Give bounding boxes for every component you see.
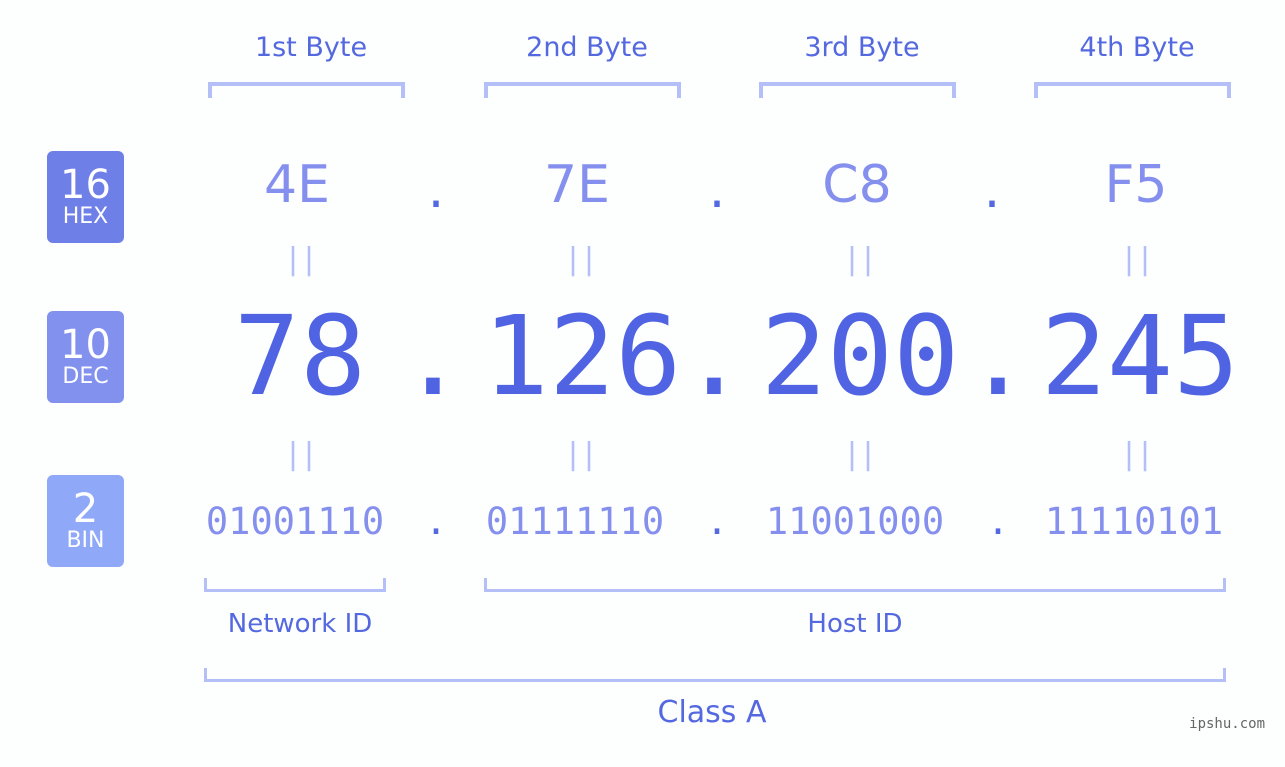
dec-badge-number: 10 bbox=[60, 322, 111, 368]
equals-sign: || bbox=[842, 437, 877, 472]
bin-badge: 2 BIN bbox=[47, 475, 124, 567]
bin-badge-number: 2 bbox=[72, 486, 99, 532]
host-id-label: Host ID bbox=[807, 609, 903, 639]
equals-sign: || bbox=[1119, 242, 1154, 277]
equals-sign: || bbox=[563, 242, 598, 277]
class-label: Class A bbox=[657, 695, 767, 730]
dec-separator: . bbox=[399, 292, 467, 420]
watermark: ipshu.com bbox=[1189, 716, 1265, 732]
equals-sign: || bbox=[563, 437, 598, 472]
bin-badge-label: BIN bbox=[66, 528, 105, 553]
byte-bracket-2 bbox=[484, 82, 681, 98]
bin-value-4: 11110101 bbox=[1044, 500, 1224, 543]
bin-separator: . bbox=[424, 500, 448, 543]
network-id-label: Network ID bbox=[227, 609, 373, 639]
byte-bracket-4 bbox=[1034, 82, 1231, 98]
byte-header-4: 4th Byte bbox=[1079, 32, 1195, 63]
host-id-bracket bbox=[484, 578, 1226, 592]
byte-header-3: 3rd Byte bbox=[804, 32, 920, 63]
hex-value-1: 4E bbox=[264, 155, 330, 215]
dec-separator: . bbox=[680, 292, 748, 420]
bin-value-3: 11001000 bbox=[765, 500, 945, 543]
hex-badge-number: 16 bbox=[60, 162, 111, 208]
class-bracket bbox=[204, 668, 1226, 682]
dec-badge-label: DEC bbox=[62, 364, 109, 389]
hex-separator: . bbox=[708, 160, 726, 220]
byte-header-2: 2nd Byte bbox=[526, 32, 648, 63]
dec-badge: 10 DEC bbox=[47, 311, 124, 403]
dec-value-2: 126 bbox=[482, 292, 682, 420]
hex-badge-label: HEX bbox=[62, 204, 109, 229]
equals-sign: || bbox=[1119, 437, 1154, 472]
bin-separator: . bbox=[705, 500, 729, 543]
byte-bracket-3 bbox=[759, 82, 956, 98]
hex-badge: 16 HEX bbox=[47, 151, 124, 243]
bin-separator: . bbox=[986, 500, 1010, 543]
dec-separator: . bbox=[964, 292, 1032, 420]
hex-value-3: C8 bbox=[822, 155, 892, 215]
hex-separator: . bbox=[983, 160, 1001, 220]
byte-header-1: 1st Byte bbox=[254, 32, 368, 63]
hex-separator: . bbox=[427, 160, 445, 220]
equals-sign: || bbox=[842, 242, 877, 277]
network-id-bracket bbox=[204, 578, 386, 592]
byte-bracket-1 bbox=[208, 82, 405, 98]
hex-value-4: F5 bbox=[1104, 155, 1168, 215]
dec-value-3: 200 bbox=[760, 292, 960, 420]
hex-value-2: 7E bbox=[544, 155, 610, 215]
bin-value-2: 01111110 bbox=[485, 500, 665, 543]
dec-value-4: 245 bbox=[1040, 292, 1240, 420]
bin-value-1: 01001110 bbox=[205, 500, 385, 543]
dec-value-1: 78 bbox=[233, 292, 367, 420]
equals-sign: || bbox=[283, 437, 318, 472]
equals-sign: || bbox=[283, 242, 318, 277]
